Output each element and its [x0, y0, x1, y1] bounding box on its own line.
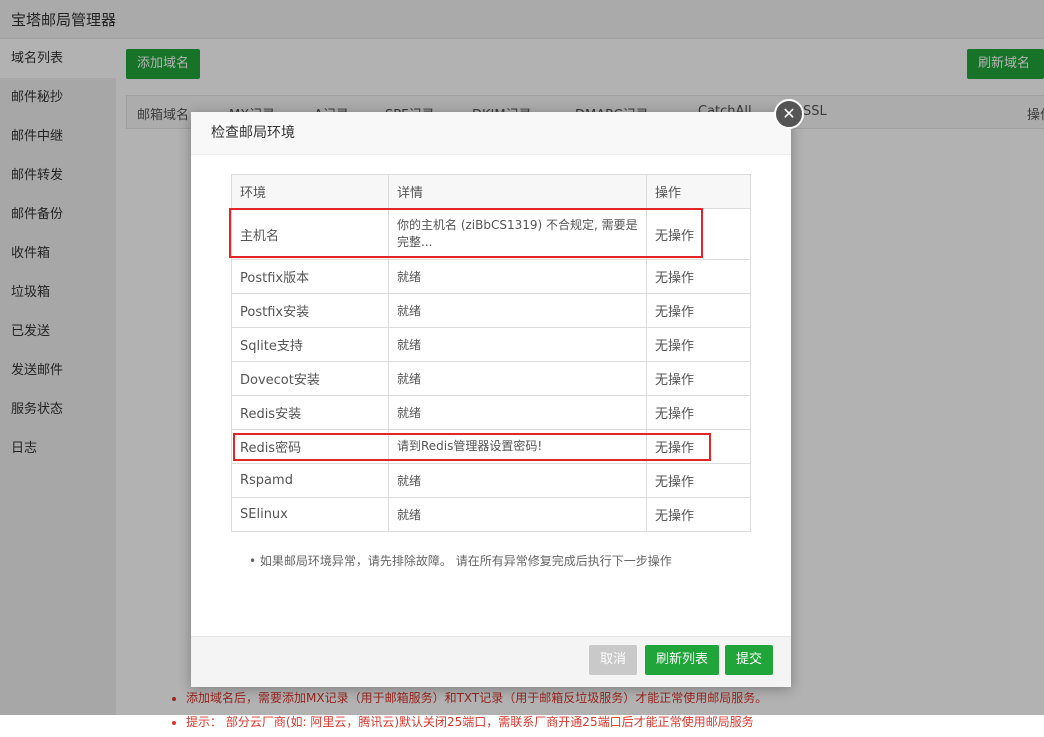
env-action: 无操作 [646, 361, 751, 396]
highlight-box-hostname [229, 208, 703, 258]
env-name: Postfix安装 [231, 293, 389, 328]
env-detail-ok: 就绪 [388, 293, 647, 328]
env-detail-ok: 就绪 [388, 361, 647, 396]
check-environment-dialog: 检查邮局环境 环境 详情 操作 主机名 你的主机名 (ziBbCS1319) 不… [191, 112, 791, 687]
table-row: SElinux 就绪 无操作 [231, 497, 751, 532]
env-detail-ok: 就绪 [388, 259, 647, 294]
cancel-button[interactable]: 取消 [589, 645, 638, 675]
env-name: Dovecot安装 [231, 361, 389, 396]
dialog-footer: 取消 刷新列表 提交 [191, 636, 791, 687]
env-action: 无操作 [646, 497, 751, 532]
warning-note-text: 如果邮局环境异常，请先排除故障。 请在所有异常修复完成后执行下一步操作 [259, 554, 672, 568]
env-action: 无操作 [646, 395, 751, 430]
tip-item: 提示： 部分云厂商(如: 阿里云，腾讯云)默认关闭25端口，需联系厂商开通25端… [186, 713, 767, 730]
env-action: 无操作 [646, 293, 751, 328]
table-row: Redis安装 就绪 无操作 [231, 395, 751, 430]
env-action: 无操作 [646, 327, 751, 362]
env-action: 无操作 [646, 259, 751, 294]
refresh-list-button[interactable]: 刷新列表 [645, 645, 720, 675]
submit-button[interactable]: 提交 [725, 645, 774, 675]
column-header: 操作 [646, 174, 751, 209]
env-name: Sqlite支持 [231, 327, 389, 362]
bullet-icon: • [249, 554, 260, 568]
highlight-box-redis-password [233, 433, 711, 461]
table-row: Sqlite支持 就绪 无操作 [231, 327, 751, 362]
env-detail-ok: 就绪 [388, 327, 647, 362]
table-row: Rspamd 就绪 无操作 [231, 463, 751, 498]
env-detail-ok: 就绪 [388, 497, 647, 532]
env-name: SElinux [231, 497, 389, 532]
env-name: Redis安装 [231, 395, 389, 430]
env-name: Rspamd [231, 463, 389, 498]
warning-note: • 如果邮局环境异常，请先排除故障。 请在所有异常修复完成后执行下一步操作 [249, 552, 672, 569]
env-detail-ok: 就绪 [388, 395, 647, 430]
column-header: 详情 [388, 174, 647, 209]
table-row: Dovecot安装 就绪 无操作 [231, 361, 751, 396]
table-row: Postfix安装 就绪 无操作 [231, 293, 751, 328]
env-action: 无操作 [646, 463, 751, 498]
env-name: Postfix版本 [231, 259, 389, 294]
table-row: Postfix版本 就绪 无操作 [231, 259, 751, 294]
dialog-title: 检查邮局环境 [191, 112, 791, 155]
column-header: 环境 [231, 174, 389, 209]
close-icon[interactable]: ✕ [774, 99, 804, 129]
env-detail-ok: 就绪 [388, 463, 647, 498]
